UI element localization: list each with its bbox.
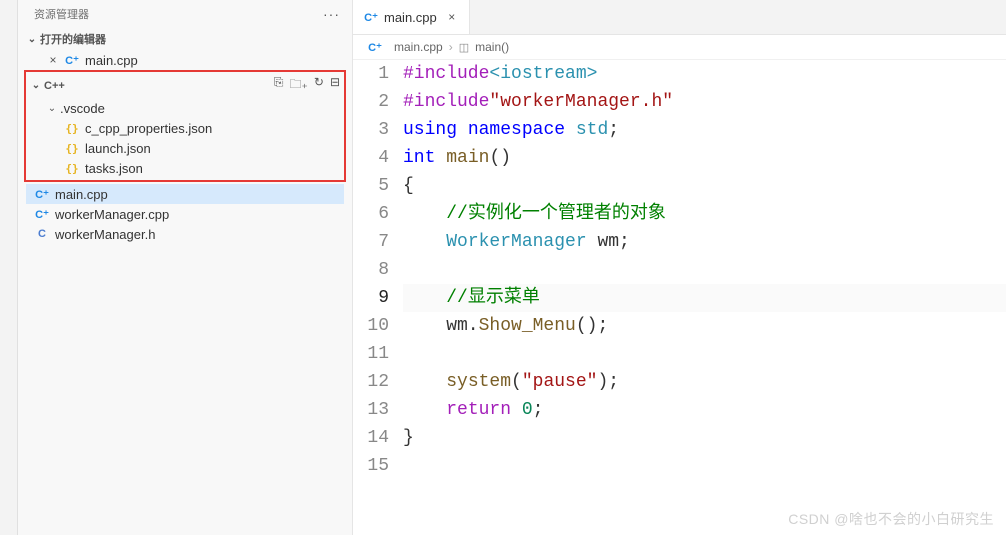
file-item[interactable]: {} launch.json [26, 138, 344, 158]
file-item[interactable]: C⁺ workerManager.cpp [26, 204, 344, 224]
chevron-down-icon: ⌄ [26, 34, 38, 45]
breadcrumb-file: main.cpp [394, 40, 443, 54]
open-editor-item[interactable]: × C⁺ main.cpp [18, 50, 352, 70]
line-gutter: 123456789101112131415 [353, 60, 403, 535]
close-icon[interactable]: × [445, 10, 459, 24]
project-header[interactable]: ⌄ C++ ⎘ 🗀₊ ↻ ⊟ [26, 72, 344, 99]
file-label: workerManager.cpp [55, 207, 169, 222]
symbol-icon: ◫ [459, 41, 469, 54]
sidebar: 资源管理器 ··· ⌄ 打开的编辑器 × C⁺ main.cpp ⌄ C++ ⎘… [18, 0, 353, 535]
code-editor[interactable]: 123456789101112131415 #include<iostream>… [353, 60, 1006, 535]
project-name: C++ [44, 80, 65, 92]
folder-label: .vscode [60, 101, 105, 116]
chevron-down-icon: ⌄ [30, 80, 42, 91]
c-file-icon: C [34, 226, 50, 242]
highlighted-region: ⌄ C++ ⎘ 🗀₊ ↻ ⊟ ⌄ .vscode {} c_cpp_proper… [24, 70, 346, 182]
file-item-main[interactable]: C⁺ main.cpp [26, 184, 344, 204]
new-folder-icon[interactable]: 🗀₊ [290, 75, 308, 96]
tab-bar: C⁺ main.cpp × [353, 0, 1006, 35]
json-file-icon: {} [64, 140, 80, 156]
file-label: tasks.json [85, 161, 143, 176]
open-editors-header[interactable]: ⌄ 打开的编辑器 [18, 28, 352, 50]
cpp-file-icon: C⁺ [363, 9, 379, 25]
new-file-icon[interactable]: ⎘ [274, 75, 284, 96]
open-editors-label: 打开的编辑器 [40, 31, 106, 47]
cpp-file-icon: C⁺ [34, 186, 50, 202]
file-label: launch.json [85, 141, 151, 156]
explorer-title: 资源管理器 [34, 6, 89, 22]
folder-vscode[interactable]: ⌄ .vscode [26, 99, 344, 118]
code-content[interactable]: #include<iostream>#include"workerManager… [403, 60, 1006, 535]
cpp-file-icon: C⁺ [34, 206, 50, 222]
activity-bar[interactable] [0, 0, 18, 535]
tab-main[interactable]: C⁺ main.cpp × [353, 0, 470, 34]
collapse-all-icon[interactable]: ⊟ [330, 75, 340, 96]
sidebar-header: 资源管理器 ··· [18, 0, 352, 28]
more-icon[interactable]: ··· [323, 6, 340, 22]
refresh-icon[interactable]: ↻ [314, 75, 324, 96]
chevron-down-icon: ⌄ [46, 103, 58, 114]
close-icon[interactable]: × [46, 53, 60, 67]
cpp-file-icon: C⁺ [64, 52, 80, 68]
watermark: CSDN @啥也不会的小白研究生 [788, 509, 994, 529]
file-label: c_cpp_properties.json [85, 121, 212, 136]
tab-label: main.cpp [384, 10, 437, 25]
breadcrumb-symbol: main() [475, 40, 509, 54]
file-item[interactable]: C workerManager.h [26, 224, 344, 244]
breadcrumb[interactable]: C⁺ main.cpp › ◫ main() [353, 35, 1006, 60]
json-file-icon: {} [64, 160, 80, 176]
file-item[interactable]: {} tasks.json [26, 158, 344, 178]
file-label: main.cpp [55, 187, 108, 202]
json-file-icon: {} [64, 120, 80, 136]
chevron-right-icon: › [449, 40, 453, 54]
file-item[interactable]: {} c_cpp_properties.json [26, 118, 344, 138]
editor-area: C⁺ main.cpp × C⁺ main.cpp › ◫ main() 123… [353, 0, 1006, 535]
file-label: workerManager.h [55, 227, 155, 242]
cpp-file-icon: C⁺ [367, 39, 383, 55]
open-editor-filename: main.cpp [85, 53, 138, 68]
